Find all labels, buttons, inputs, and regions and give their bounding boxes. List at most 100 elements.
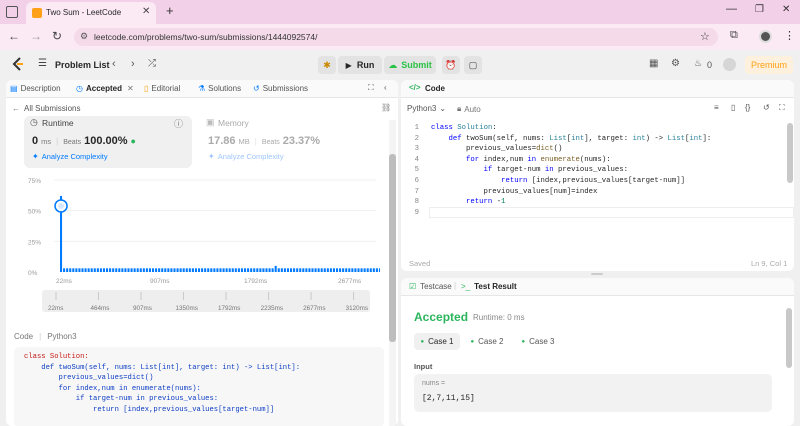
- code-panel-title: Code: [425, 84, 445, 93]
- chart-bar: [372, 268, 375, 272]
- user-avatar[interactable]: [723, 58, 736, 71]
- prev-problem-icon[interactable]: ‹: [112, 58, 116, 70]
- settings-icon[interactable]: ⚙: [671, 58, 680, 69]
- memory-analyze-link[interactable]: ✦ Analyze Complexity: [208, 152, 284, 161]
- new-tab-icon[interactable]: +: [166, 3, 174, 18]
- all-submissions-label: All Submissions: [24, 104, 81, 113]
- code-line[interactable]: 7 previous_values[num]=index: [409, 187, 794, 198]
- url-text: leetcode.com/problems/two-sum/submission…: [94, 32, 318, 42]
- share-icon[interactable]: ⛓: [381, 103, 391, 112]
- case-2-button[interactable]: ● Case 2: [464, 333, 510, 350]
- chart-bar: [237, 268, 240, 272]
- profile-avatar[interactable]: [759, 30, 772, 43]
- tab-accepted[interactable]: ◷ Accepted ✕: [76, 84, 134, 93]
- address-bar[interactable]: ⚙ leetcode.com/problems/two-sum/submissi…: [74, 28, 718, 46]
- memory-card[interactable]: ▣ Memory 17.86 MB | Beats 23.37% ✦ Analy…: [200, 116, 370, 168]
- mode-selector[interactable]: 🔒︎ Auto: [457, 104, 481, 114]
- chart-bar: [142, 268, 145, 272]
- code-preview-block[interactable]: class Solution: def twoSum(self, nums: L…: [14, 347, 384, 426]
- code-line[interactable]: 3 previous_values=dict(): [409, 144, 794, 155]
- memory-analyze-label: Analyze Complexity: [217, 152, 284, 161]
- browser-tab-list-icon[interactable]: [6, 6, 18, 18]
- panel-resize-handle[interactable]: [591, 273, 603, 275]
- submit-button[interactable]: ☁ Submit: [384, 56, 436, 74]
- browser-tab-title: Two Sum - LeetCode: [46, 8, 122, 17]
- fullscreen-icon[interactable]: ⛶: [779, 103, 785, 113]
- runtime-info-icon[interactable]: ⓘ: [174, 117, 183, 130]
- reset-icon[interactable]: ↺: [763, 103, 770, 112]
- forward-icon[interactable]: →: [30, 29, 42, 43]
- extensions-icon[interactable]: ⧉: [730, 29, 738, 42]
- problem-list-link[interactable]: Problem List: [55, 60, 110, 70]
- code-line[interactable]: 5 if target-num in previous_values:: [409, 165, 794, 176]
- next-problem-icon[interactable]: ›: [131, 58, 135, 70]
- run-button[interactable]: ▶ Run: [338, 56, 382, 74]
- bookmark-icon[interactable]: ▯: [731, 103, 735, 112]
- line-number: 8: [414, 198, 419, 207]
- tab-editorial[interactable]: ▯ Editorial: [144, 84, 180, 93]
- restore-icon[interactable]: ❐: [755, 4, 764, 15]
- case-3-button[interactable]: ● Case 3: [515, 333, 561, 350]
- chart-bar: [179, 268, 182, 272]
- collapse-icon[interactable]: ‹: [384, 83, 387, 92]
- braces-icon[interactable]: {}: [745, 103, 750, 112]
- chart-bar: [240, 268, 243, 272]
- random-problem-icon[interactable]: ⤮: [148, 58, 156, 69]
- site-info-icon[interactable]: ⚙: [80, 31, 88, 42]
- chart-bar: [102, 268, 105, 272]
- timer-button[interactable]: ⏰: [442, 56, 460, 74]
- editor-scrollbar[interactable]: [787, 123, 793, 183]
- runtime-card[interactable]: ◷ Runtime ⓘ 0 ms | Beats 100.00% ● ✦ Ana…: [24, 116, 192, 168]
- tab-submissions[interactable]: ↺ Submissions: [253, 84, 308, 93]
- notes-button[interactable]: ▢: [464, 56, 482, 74]
- chart-bar: [90, 268, 93, 272]
- code-line[interactable]: 2 def twoSum(self, nums: List[int], targ…: [409, 134, 794, 145]
- chart-bar: [210, 268, 213, 272]
- premium-button[interactable]: Premium: [745, 56, 793, 74]
- x-tick-label: 1792ms: [244, 278, 268, 285]
- line-number: 9: [414, 208, 419, 217]
- case-1-label: Case 1: [428, 337, 454, 346]
- chart-bar: [299, 268, 302, 272]
- divider: |: [254, 137, 257, 146]
- chart-bar: [185, 268, 188, 272]
- code-line[interactable]: 1 class Solution:: [409, 123, 794, 134]
- terminal-icon: >_: [461, 282, 471, 291]
- chart-bar: [78, 268, 81, 272]
- tab-description[interactable]: ▤ Description: [10, 84, 61, 93]
- chart-bar: [305, 268, 308, 272]
- code-text: for index,num in enumerate(nums):: [466, 155, 611, 164]
- code-line[interactable]: 4 for index,num in enumerate(nums):: [409, 155, 794, 166]
- format-icon[interactable]: ≡: [714, 103, 719, 112]
- chart-bar: [182, 268, 185, 272]
- browser-tab[interactable]: Two Sum - LeetCode ✕: [26, 2, 156, 24]
- chart-bar: [280, 268, 283, 272]
- layout-icon[interactable]: ▦: [649, 58, 658, 69]
- reload-icon[interactable]: ↻: [52, 29, 62, 43]
- browser-menu-icon[interactable]: ⋮: [784, 29, 795, 42]
- minimize-icon[interactable]: —: [726, 3, 737, 15]
- language-selector[interactable]: Python3 ⌄: [407, 104, 446, 113]
- case-1-button[interactable]: ● Case 1: [414, 333, 460, 350]
- back-icon[interactable]: ←: [8, 29, 20, 43]
- leetcode-logo-icon[interactable]: [12, 57, 24, 71]
- tab-testcase[interactable]: ☑ Testcase: [409, 282, 452, 291]
- tab-close-icon[interactable]: ✕: [127, 84, 134, 93]
- tab-solutions-label: Solutions: [208, 84, 242, 93]
- streak-fire-icon[interactable]: ♨: [694, 58, 702, 69]
- test-scrollbar[interactable]: [786, 308, 792, 368]
- window-close-icon[interactable]: ✕: [782, 4, 790, 15]
- chart-bar: [222, 268, 225, 272]
- chart-bar: [99, 268, 102, 272]
- bookmark-star-icon[interactable]: ☆: [700, 30, 710, 43]
- maximize-icon[interactable]: ⛶: [368, 83, 374, 93]
- runtime-analyze-link[interactable]: ✦ Analyze Complexity: [32, 152, 108, 161]
- scrollbar-thumb[interactable]: [389, 154, 396, 342]
- problem-list-icon[interactable]: ☰: [38, 58, 47, 69]
- code-line[interactable]: 6 return [index,previous_values[target-n…: [409, 176, 794, 187]
- tab-test-result[interactable]: >_ Test Result: [461, 282, 517, 291]
- all-submissions-link[interactable]: ← All Submissions: [12, 104, 80, 113]
- tab-solutions[interactable]: ⚗ Solutions: [198, 84, 241, 93]
- tab-close-icon[interactable]: ✕: [142, 6, 150, 17]
- debug-button[interactable]: ✱: [318, 56, 336, 74]
